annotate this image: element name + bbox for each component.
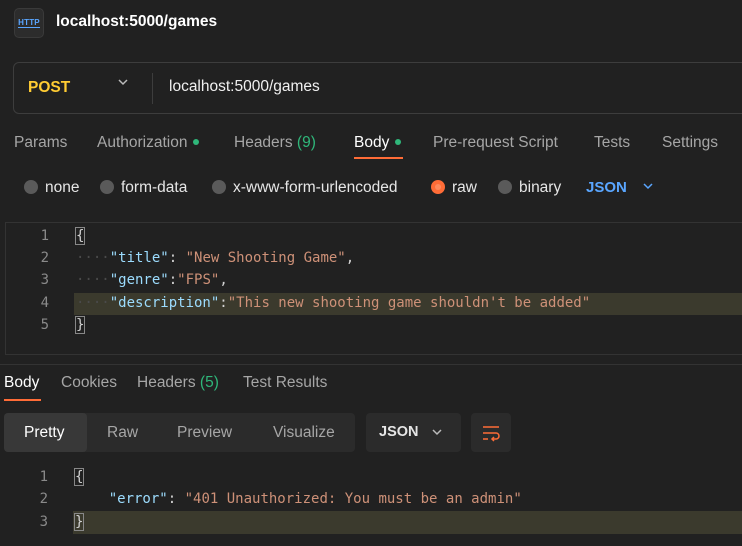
indent-dots: ···· [76,295,110,311]
tab-label: Headers [137,374,196,391]
code-line: ····"genre":"FPS", [76,272,228,288]
tab-body[interactable]: Body [354,134,402,152]
close-brace: } [74,316,86,334]
status-dot [395,138,402,145]
radio-label-form-data[interactable]: form-data [121,179,187,197]
indent-dots: ···· [76,250,110,266]
response-tab-body[interactable]: Body [4,374,39,392]
tab-params[interactable]: Params [14,134,67,152]
url-bar: POST localhost:5000/games [13,62,742,114]
method-select[interactable]: POST [28,79,70,97]
response-tab-headers[interactable]: Headers (5) [137,374,219,392]
radio-label-urlencoded[interactable]: x-www-form-urlencoded [233,179,398,197]
json-value: "This new shooting game shouldn't be add… [227,295,591,311]
language-label: JSON [379,424,419,440]
body-language-select[interactable]: JSON [586,179,627,196]
http-icon: HTTP [14,8,44,38]
page-title: localhost:5000/games [56,13,218,30]
tab-tests[interactable]: Tests [594,134,630,152]
indent-dots: ···· [76,272,110,288]
current-line-highlight [73,511,742,534]
json-value: "New Shooting Game" [185,250,346,266]
close-brace: } [73,513,85,531]
json-key: "error" [108,491,168,507]
line-number: 3 [40,272,49,288]
radio-none[interactable] [24,180,38,194]
chevron-down-icon[interactable] [117,76,129,88]
radio-binary[interactable] [498,180,512,194]
radio-label-raw[interactable]: raw [452,179,477,197]
radio-x-www-form-urlencoded[interactable] [212,180,226,194]
code-line: "error": "401 Unauthorized: You must be … [108,491,522,507]
url-divider [152,73,153,104]
chevron-down-icon[interactable] [642,180,654,192]
response-tab-test-results[interactable]: Test Results [243,374,327,392]
wrap-lines-button[interactable] [471,413,511,452]
chevron-down-icon [432,429,442,436]
open-brace: { [74,227,86,245]
line-number: 2 [39,491,48,507]
response-view-switcher: Pretty Raw Preview Visualize [4,413,355,452]
json-key: "genre" [109,272,169,288]
radio-label-none[interactable]: none [45,179,79,197]
line-number: 1 [40,228,49,244]
json-key: "description" [109,295,220,311]
view-raw[interactable]: Raw [107,424,138,442]
line-number: 4 [40,295,49,311]
url-input[interactable]: localhost:5000/games [169,78,320,96]
json-value: "FPS" [177,272,220,288]
tab-label: Body [354,134,390,151]
code-line: { [73,468,85,486]
view-preview[interactable]: Preview [177,424,232,442]
code-line: ····"title": "New Shooting Game", [76,250,355,266]
tab-headers[interactable]: Headers (9) [234,134,316,152]
status-dot [193,138,200,145]
line-number: 5 [40,317,49,333]
tab-settings[interactable]: Settings [662,134,718,152]
view-visualize[interactable]: Visualize [273,424,335,442]
tab-label: Headers [234,134,293,151]
code-line: } [74,316,86,334]
wrap-lines-icon [483,426,500,442]
open-brace: { [73,468,85,486]
headers-count: (5) [199,374,219,391]
code-line: { [74,227,86,245]
radio-raw[interactable] [431,180,445,194]
line-number: 3 [39,514,48,530]
tab-label: Authorization [97,134,188,151]
response-language-select[interactable]: JSON [366,413,461,452]
json-key: "title" [109,250,169,266]
code-line: ····"description":"This new shooting gam… [76,295,591,311]
active-tab-indicator [354,157,403,159]
radio-form-data[interactable] [100,180,114,194]
tab-pre-request-script[interactable]: Pre-request Script [433,134,558,152]
pane-divider[interactable] [0,364,742,365]
headers-count: (9) [296,134,316,151]
line-number: 2 [40,250,49,266]
json-value: "401 Unauthorized: You must be an admin" [184,491,522,507]
response-tab-cookies[interactable]: Cookies [61,374,117,392]
line-number: 1 [39,469,48,485]
request-body-editor[interactable]: 1 2 3 4 5 { ····"title": "New Shooting G… [5,222,742,355]
code-line: } [73,513,85,531]
view-pretty[interactable]: Pretty [24,424,64,442]
active-tab-indicator [4,399,41,401]
tab-authorization[interactable]: Authorization [97,134,200,152]
radio-label-binary[interactable]: binary [519,179,561,197]
